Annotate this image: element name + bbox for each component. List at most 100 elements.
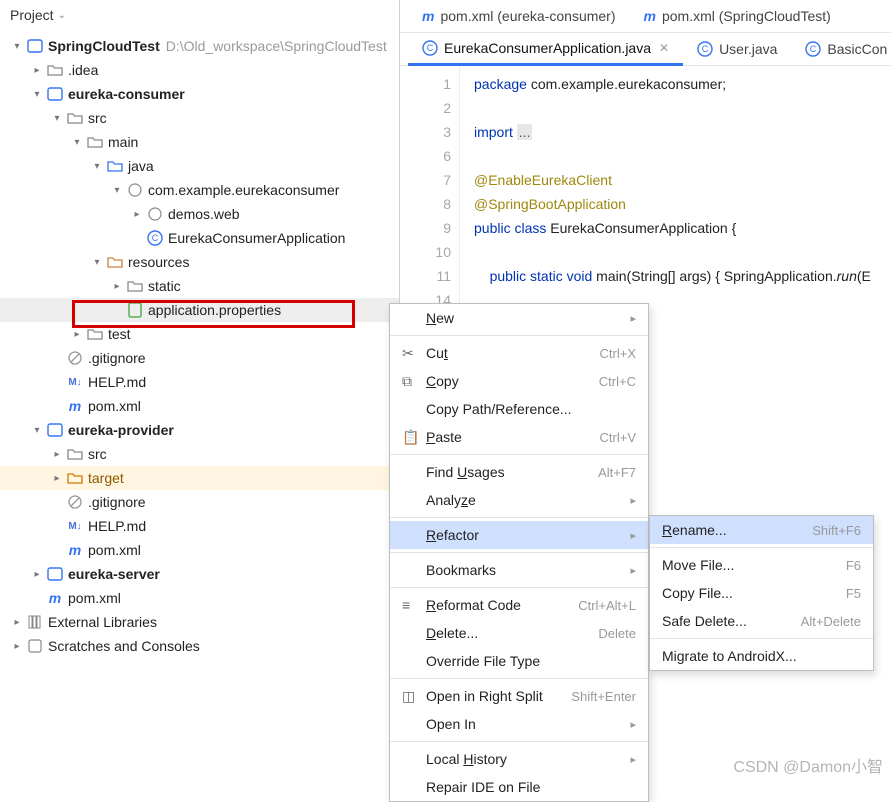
chevron-right-icon[interactable]: ▸: [70, 329, 84, 340]
menu-label: Refactor: [426, 527, 479, 543]
menu-label: Find Usages: [426, 464, 505, 480]
menu-shortcut: F6: [846, 558, 861, 573]
chevron-down-icon[interactable]: ▾: [30, 89, 44, 100]
tree-item[interactable]: ▾resources: [0, 250, 399, 274]
menu-item-copy-path[interactable]: Copy Path/Reference...: [390, 395, 648, 423]
menu-label: Open In: [426, 716, 476, 732]
tab-basic[interactable]: CBasicCon: [791, 33, 891, 66]
code-lines[interactable]: package com.example.eurekaconsumer; impo…: [460, 66, 871, 336]
chevron-down-icon[interactable]: ▾: [10, 41, 24, 52]
chevron-right-icon[interactable]: ▸: [50, 449, 64, 460]
tree-item-selected[interactable]: application.properties: [0, 298, 399, 322]
menu-item-rename[interactable]: Rename...Shift+F6: [650, 516, 873, 544]
tree-item[interactable]: ▾src: [0, 106, 399, 130]
menu-item-delete[interactable]: Delete...Delete: [390, 619, 648, 647]
menu-item-migrate[interactable]: Migrate to AndroidX...: [650, 642, 873, 670]
tab-user-java[interactable]: C User.java: [683, 33, 791, 66]
chevron-right-icon[interactable]: ▸: [10, 617, 24, 628]
chevron-right-icon[interactable]: ▸: [30, 65, 44, 76]
menu-separator: [390, 741, 648, 742]
menu-item-reformat[interactable]: ≡Reformat CodeCtrl+Alt+L: [390, 591, 648, 619]
menu-item-copy-file[interactable]: Copy File...F5: [650, 579, 873, 607]
source-folder-icon: [106, 158, 124, 174]
chevron-down-icon[interactable]: ▾: [90, 257, 104, 268]
tree-label: SpringCloudTest: [48, 38, 160, 54]
chevron-down-icon[interactable]: ▾: [110, 185, 124, 196]
chevron-right-icon[interactable]: ▸: [130, 209, 144, 220]
menu-item-open-in[interactable]: Open In▸: [390, 710, 648, 738]
code-annotation: @EnableEurekaClient: [474, 172, 612, 188]
menu-item-copy[interactable]: ⧉CopyCtrl+C: [390, 367, 648, 395]
cut-icon: ✂: [402, 345, 420, 362]
svg-text:C: C: [702, 44, 709, 54]
menu-item-refactor[interactable]: Refactor▸: [390, 521, 648, 549]
chevron-down-icon: ⌄: [58, 10, 66, 21]
tree-item[interactable]: ▸src: [0, 442, 399, 466]
chevron-right-icon[interactable]: ▸: [10, 641, 24, 652]
tree-item[interactable]: mpom.xml: [0, 586, 399, 610]
chevron-down-icon[interactable]: ▾: [30, 425, 44, 436]
folder-icon: [86, 134, 104, 150]
chevron-right-icon[interactable]: ▸: [110, 281, 124, 292]
tree-item[interactable]: ▾ com.example.eurekaconsumer: [0, 178, 399, 202]
menu-item-move[interactable]: Move File...F6: [650, 551, 873, 579]
code-text: main: [596, 268, 626, 284]
tree-item[interactable]: ▸static: [0, 274, 399, 298]
project-header[interactable]: Project ⌄: [0, 0, 399, 30]
project-title: Project: [10, 7, 54, 23]
folder-icon: [46, 62, 64, 78]
tree-item[interactable]: ▸Scratches and Consoles: [0, 634, 399, 658]
tree-item[interactable]: M↓HELP.md: [0, 370, 399, 394]
menu-item-repair[interactable]: Repair IDE on File: [390, 773, 648, 801]
menu-item-safe-delete[interactable]: Safe Delete...Alt+Delete: [650, 607, 873, 635]
tree-item[interactable]: ▸External Libraries: [0, 610, 399, 634]
chevron-right-icon[interactable]: ▸: [30, 569, 44, 580]
code-keyword: public class: [474, 220, 550, 236]
tab-label: User.java: [719, 41, 777, 57]
menu-item-paste[interactable]: 📋PasteCtrl+V: [390, 423, 648, 451]
chevron-down-icon[interactable]: ▾: [90, 161, 104, 172]
tab-pom-consumer[interactable]: m pom.xml (eureka-consumer): [408, 0, 630, 33]
menu-item-find-usages[interactable]: Find UsagesAlt+F7: [390, 458, 648, 486]
maven-icon: m: [422, 8, 434, 24]
module-icon: [46, 566, 64, 582]
tree-item[interactable]: ▾eureka-consumer: [0, 82, 399, 106]
tree-item[interactable]: ▸test: [0, 322, 399, 346]
menu-item-override[interactable]: Override File Type: [390, 647, 648, 675]
tab-label: pom.xml (eureka-consumer): [440, 8, 615, 24]
tree-item[interactable]: ▸ .idea: [0, 58, 399, 82]
close-icon[interactable]: ✕: [659, 41, 669, 55]
menu-item-history[interactable]: Local History▸: [390, 745, 648, 773]
tree-label: eureka-server: [68, 566, 160, 582]
tab-app-java[interactable]: CEurekaConsumerApplication.java✕: [408, 33, 683, 66]
tree-item[interactable]: .gitignore: [0, 490, 399, 514]
tree-item[interactable]: mpom.xml: [0, 394, 399, 418]
tree-item[interactable]: ▸target: [0, 466, 399, 490]
code-editor[interactable]: 1 2 3 6 7 8 9 10 11 14 15 package com.ex…: [400, 66, 891, 336]
chevron-down-icon[interactable]: ▾: [70, 137, 84, 148]
chevron-down-icon[interactable]: ▾: [50, 113, 64, 124]
line-number: 10: [400, 240, 451, 264]
tree-item[interactable]: .gitignore: [0, 346, 399, 370]
tree-item[interactable]: M↓HELP.md: [0, 514, 399, 538]
menu-item-bookmarks[interactable]: Bookmarks▸: [390, 556, 648, 584]
chevron-right-icon[interactable]: ▸: [50, 473, 64, 484]
tree-label: .idea: [68, 62, 98, 78]
tree-item[interactable]: mpom.xml: [0, 538, 399, 562]
tree-label: com.example.eurekaconsumer: [148, 182, 339, 198]
tab-pom-root[interactable]: mpom.xml (SpringCloudTest): [630, 0, 845, 33]
code-fold[interactable]: ...: [517, 124, 533, 140]
menu-item-analyze[interactable]: Analyze▸: [390, 486, 648, 514]
tree-item[interactable]: ▾main: [0, 130, 399, 154]
menu-item-cut[interactable]: ✂CutCtrl+X: [390, 339, 648, 367]
gitignore-icon: [66, 494, 84, 510]
menu-item-new[interactable]: New▸: [390, 304, 648, 332]
tree-item[interactable]: ▸demos.web: [0, 202, 399, 226]
tree-item[interactable]: ▾java: [0, 154, 399, 178]
tree-item[interactable]: CEurekaConsumerApplication: [0, 226, 399, 250]
tree-item[interactable]: ▾eureka-provider: [0, 418, 399, 442]
tree-label: pom.xml: [88, 398, 141, 414]
tree-root[interactable]: ▾ SpringCloudTest D:\Old_workspace\Sprin…: [0, 34, 399, 58]
menu-item-split[interactable]: ◫Open in Right SplitShift+Enter: [390, 682, 648, 710]
tree-item[interactable]: ▸ eureka-server: [0, 562, 399, 586]
